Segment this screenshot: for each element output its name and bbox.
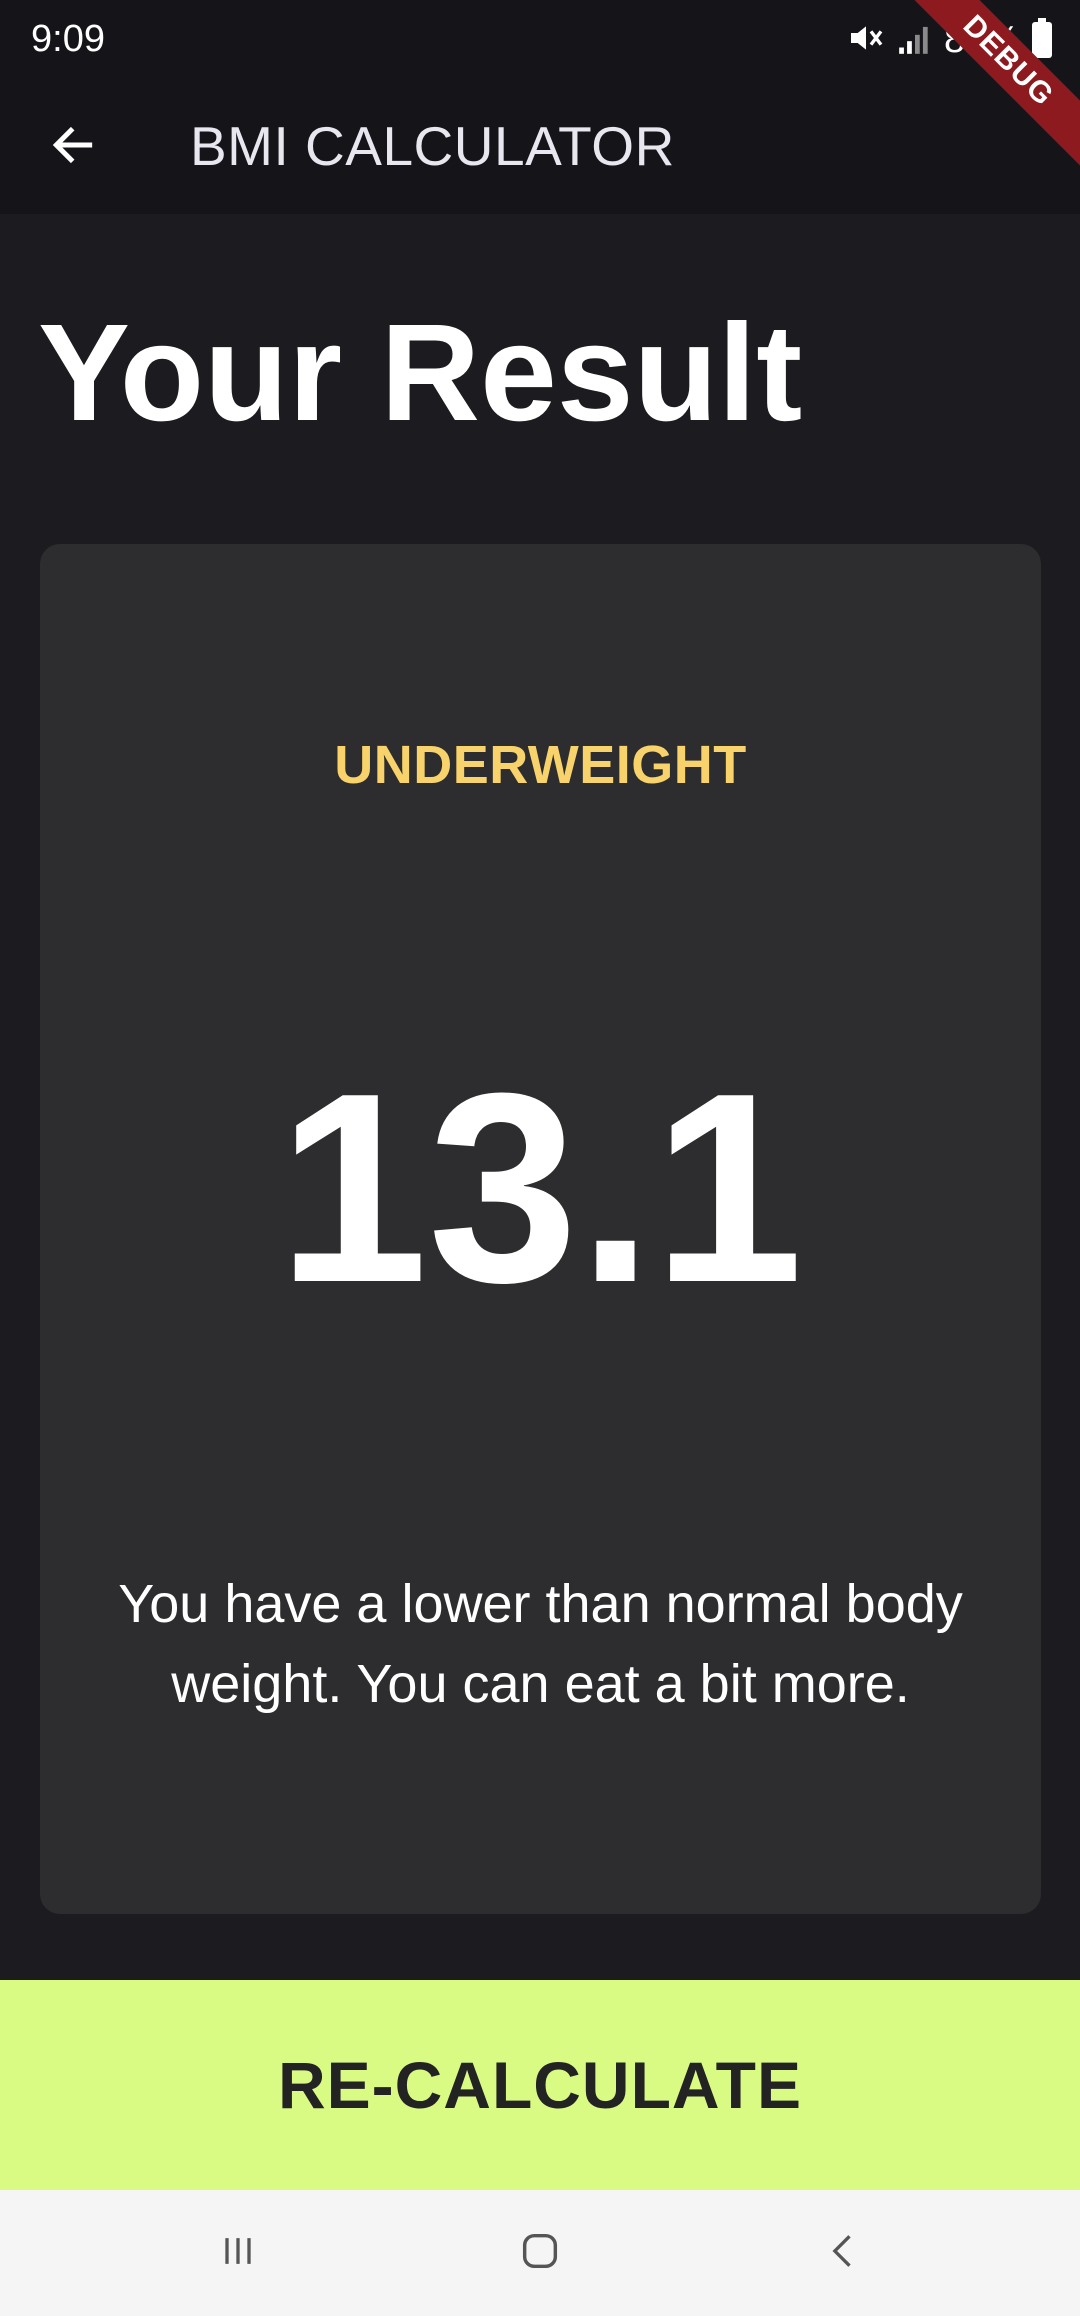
home-icon (517, 2228, 563, 2279)
bmi-value: 13.1 (277, 1038, 804, 1339)
recent-apps-icon (216, 2229, 260, 2278)
result-card: UNDERWEIGHT 13.1 You have a lower than n… (40, 544, 1041, 1914)
app-bar: BMI CALCULATOR (0, 80, 1080, 214)
battery-icon (1030, 17, 1054, 63)
status-bar: 9:09 85% (0, 0, 1080, 80)
home-button[interactable] (480, 2190, 600, 2316)
status-icons: 85% (846, 14, 1054, 66)
status-time: 9:09 (31, 18, 105, 60)
signal-icon (896, 19, 934, 62)
bmi-message: You have a lower than normal body weight… (118, 1574, 963, 1714)
back-button[interactable] (30, 104, 116, 190)
nav-back-button[interactable] (784, 2190, 904, 2316)
system-nav-bar (0, 2190, 1080, 2316)
back-icon (822, 2229, 866, 2278)
page-title: Your Result (38, 296, 803, 450)
recent-apps-button[interactable] (178, 2190, 298, 2316)
recalculate-label: RE-CALCULATE (277, 2048, 803, 2122)
arrow-left-icon (48, 120, 98, 175)
bmi-category: UNDERWEIGHT (334, 735, 747, 795)
mute-icon (846, 18, 886, 63)
battery-percent: 85% (943, 18, 1020, 61)
app-title: BMI CALCULATOR (190, 115, 675, 177)
recalculate-button[interactable]: RE-CALCULATE (0, 1980, 1080, 2190)
